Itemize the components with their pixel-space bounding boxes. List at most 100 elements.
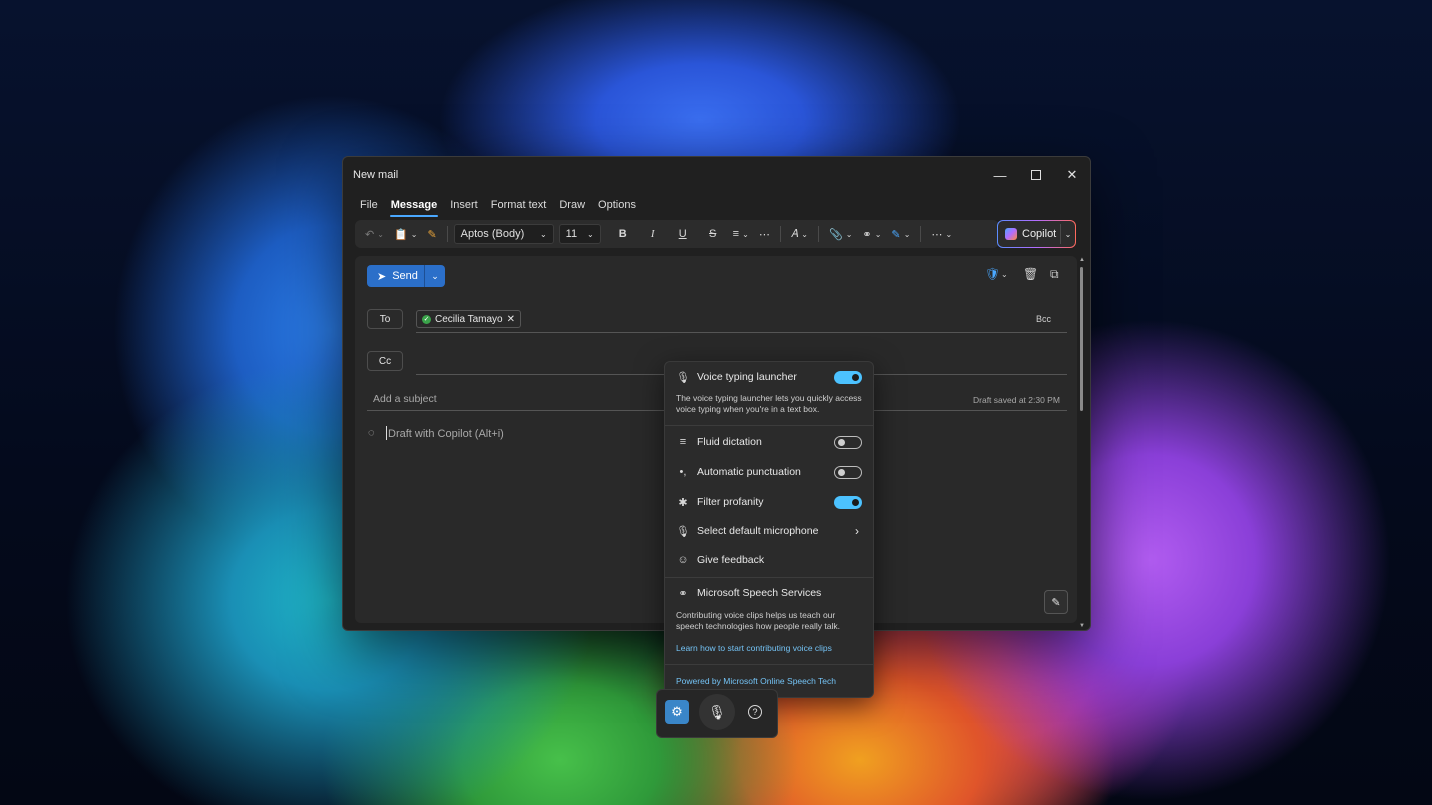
speech-services-description: Contributing voice clips helps us teach … (676, 610, 840, 631)
ribbon-toolbar: ↶ ⌄ 📋 ⌄ ✎ Aptos (Body) ⌄ 11 ⌄ B I U S ≡ ⌄ … (355, 220, 999, 248)
underline-icon: U (678, 228, 687, 240)
filter-profanity-toggle[interactable] (834, 495, 862, 509)
close-button[interactable]: ✕ (1054, 157, 1090, 193)
tab-file[interactable]: File (359, 197, 379, 213)
more-format-button[interactable]: ⋯ (755, 223, 774, 245)
punctuation-icon: •, (679, 466, 687, 478)
attach-icon: 📎 (828, 228, 843, 241)
asterisk-icon: ✱ (678, 496, 688, 509)
tab-format-text[interactable]: Format text (490, 197, 548, 213)
send-options-dropdown[interactable]: ⌄ (425, 271, 445, 282)
scrollbar[interactable]: ▲ ▼ (1079, 257, 1085, 629)
line-spacing-button[interactable]: ≡ ⌄ (729, 223, 753, 245)
subject-input[interactable]: Add a subject (373, 393, 437, 405)
auto-punctuation-label: Automatic punctuation (697, 466, 801, 478)
default-microphone-label: Select default microphone (697, 525, 819, 537)
send-label: Send (392, 270, 418, 282)
speech-services-row: ⚭ Microsoft Speech Services (665, 582, 873, 604)
remove-recipient-icon[interactable]: ✕ (507, 314, 515, 325)
divider (779, 226, 781, 242)
chevron-down-icon[interactable]: ⌄ (1001, 270, 1008, 279)
italic-button[interactable]: I (639, 223, 667, 245)
contribute-voice-clips-link[interactable]: Learn how to start contributing voice cl… (676, 643, 832, 653)
draw-button[interactable]: ✎ (1044, 590, 1068, 614)
font-name-select[interactable]: Aptos (Body) ⌄ (453, 224, 554, 244)
scroll-up-icon[interactable]: ▲ (1079, 257, 1085, 263)
speech-services-title: Microsoft Speech Services (697, 587, 822, 599)
chevron-down-icon: ⌄ (586, 229, 594, 239)
tab-draw[interactable]: Draw (558, 197, 586, 213)
fluid-dictation-toggle[interactable] (834, 435, 862, 449)
powered-by-link[interactable]: Powered by Microsoft Online Speech Tech (676, 676, 836, 686)
scrollbar-thumb[interactable] (1080, 267, 1083, 411)
give-feedback-label: Give feedback (697, 554, 765, 566)
underline-button[interactable]: U (669, 223, 697, 245)
to-label: To (379, 313, 391, 325)
copilot-dropdown[interactable]: ⌄ (1060, 224, 1075, 244)
format-painter-button[interactable]: ✎ (423, 223, 440, 245)
link-button[interactable]: ⚭ ⌄ (858, 223, 885, 245)
overflow-button[interactable]: ⋯ ⌄ (927, 223, 956, 245)
divider (446, 226, 448, 242)
give-feedback-item[interactable]: ☺ Give feedback (665, 549, 873, 571)
minimize-button[interactable]: — (982, 157, 1018, 193)
to-underline (416, 332, 1067, 333)
auto-punctuation-row: •, Automatic punctuation (665, 461, 873, 483)
link-icon: ⚭ (862, 228, 872, 241)
undo-button[interactable]: ↶ ⌄ (361, 223, 388, 245)
strikethrough-button[interactable]: S (699, 223, 727, 245)
fluid-dictation-label: Fluid dictation (697, 436, 762, 448)
paste-button[interactable]: 📋 ⌄ (390, 223, 421, 245)
help-button[interactable]: ? (745, 702, 765, 722)
maximize-button[interactable] (1018, 157, 1054, 193)
divider (920, 226, 922, 242)
to-button[interactable]: To (367, 309, 403, 329)
settings-button[interactable]: ⚙ (665, 700, 689, 724)
menu-bar: File Message Insert Format text Draw Opt… (343, 193, 1090, 217)
microphone-button[interactable]: 🎙 (699, 694, 735, 730)
chevron-right-icon: › (855, 524, 859, 538)
tab-message[interactable]: Message (389, 197, 439, 217)
default-microphone-item[interactable]: 🎙 Select default microphone › (665, 520, 873, 542)
copilot-draft-icon[interactable]: ◌ (368, 427, 375, 439)
font-name-value: Aptos (Body) (460, 228, 525, 240)
help-icon: ? (748, 705, 762, 719)
font-size-value: 11 (565, 228, 578, 240)
draft-status: Draft saved at 2:30 PM (973, 395, 1060, 405)
tab-options[interactable]: Options (597, 197, 637, 213)
styles-button[interactable]: 𝐴 ⌄ (787, 223, 812, 245)
copilot-label: Copilot (1022, 228, 1057, 240)
send-button[interactable]: ➤ Send ⌄ (367, 265, 445, 287)
cc-button[interactable]: Cc (367, 351, 403, 371)
launcher-row: 🎙 Voice typing launcher (665, 366, 873, 388)
styles-icon: 𝐴 (790, 227, 799, 240)
close-icon: ✕ (1066, 167, 1078, 182)
delete-icon[interactable]: 🗑 (1023, 267, 1038, 281)
divider (665, 425, 873, 426)
window-title: New mail (353, 169, 399, 181)
pen-icon: ✎ (1051, 596, 1061, 609)
voice-typing-launcher-bar: ⚙ 🎙 ? (656, 689, 778, 738)
scroll-down-icon[interactable]: ▼ (1079, 623, 1085, 629)
bold-button[interactable]: B (609, 223, 637, 245)
mic-icon: 🎙 (708, 703, 726, 720)
launcher-label: Voice typing launcher (697, 371, 797, 383)
maximize-icon (1031, 170, 1041, 180)
attach-button[interactable]: 📎 ⌄ (825, 223, 856, 245)
copilot-button[interactable]: Copilot ⌄ (997, 220, 1076, 248)
launcher-toggle[interactable] (834, 370, 862, 384)
font-size-select[interactable]: 11 ⌄ (558, 224, 601, 244)
bcc-button[interactable]: Bcc (1036, 314, 1051, 324)
minimize-icon: — (993, 167, 1007, 183)
recipient-chip[interactable]: ✓ Cecilia Tamayo ✕ (416, 310, 522, 328)
body-caret (386, 426, 387, 440)
mic-icon: 🎙 (676, 525, 690, 538)
shield-icon[interactable]: 🛡 (985, 267, 1000, 281)
sensitivity-button[interactable]: ✎ ⌄ (887, 223, 914, 245)
popout-icon[interactable]: ⧉ (1050, 267, 1059, 282)
chevron-down-icon: ⌄ (539, 229, 547, 239)
body-editor[interactable]: Draft with Copilot (Alt+i) (388, 428, 504, 440)
tab-insert[interactable]: Insert (449, 197, 479, 213)
send-icon: ➤ (377, 270, 387, 283)
auto-punctuation-toggle[interactable] (834, 465, 862, 479)
